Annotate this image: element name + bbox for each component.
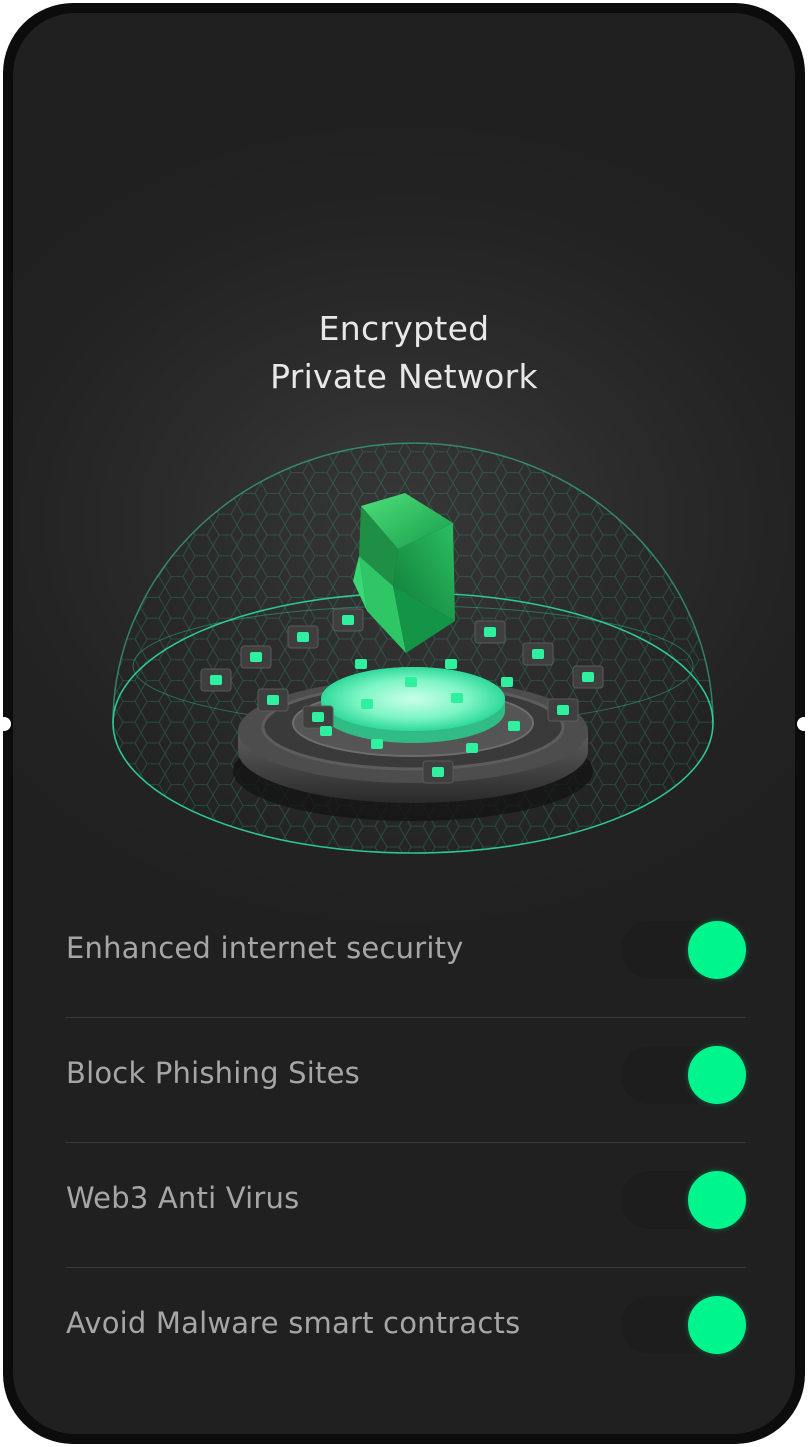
anti-virus-toggle[interactable]	[621, 1171, 746, 1229]
title-line-1: Encrypted	[318, 309, 490, 348]
hinge-notch-left	[1, 717, 11, 731]
page-title: Encrypted Private Network	[13, 305, 795, 401]
toggle-knob	[688, 921, 746, 979]
settings-toggle-list: Enhanced internet security Block Phishin…	[66, 893, 746, 1393]
toggle-row-avoid-malware: Avoid Malware smart contracts	[66, 1268, 746, 1393]
internet-security-toggle[interactable]	[621, 921, 746, 979]
shield-dome-network-icon	[112, 442, 714, 854]
toggle-row-internet-security: Enhanced internet security	[66, 893, 746, 1018]
toggle-knob	[688, 1046, 746, 1104]
toggle-label: Block Phishing Sites	[66, 1056, 360, 1090]
phone-frame: Encrypted Private Network Enhanced inter…	[1, 3, 807, 1444]
avoid-malware-toggle[interactable]	[621, 1296, 746, 1354]
app-screen: Encrypted Private Network Enhanced inter…	[13, 13, 795, 1434]
toggle-row-anti-virus: Web3 Anti Virus	[66, 1143, 746, 1268]
toggle-label: Web3 Anti Virus	[66, 1181, 300, 1215]
toggle-label: Avoid Malware smart contracts	[66, 1306, 521, 1340]
hinge-notch-right	[797, 717, 807, 731]
toggle-knob	[688, 1296, 746, 1354]
toggle-row-block-phishing: Block Phishing Sites	[66, 1018, 746, 1143]
block-phishing-toggle[interactable]	[621, 1046, 746, 1104]
title-line-2: Private Network	[270, 357, 538, 396]
toggle-knob	[688, 1171, 746, 1229]
toggle-label: Enhanced internet security	[66, 931, 464, 965]
